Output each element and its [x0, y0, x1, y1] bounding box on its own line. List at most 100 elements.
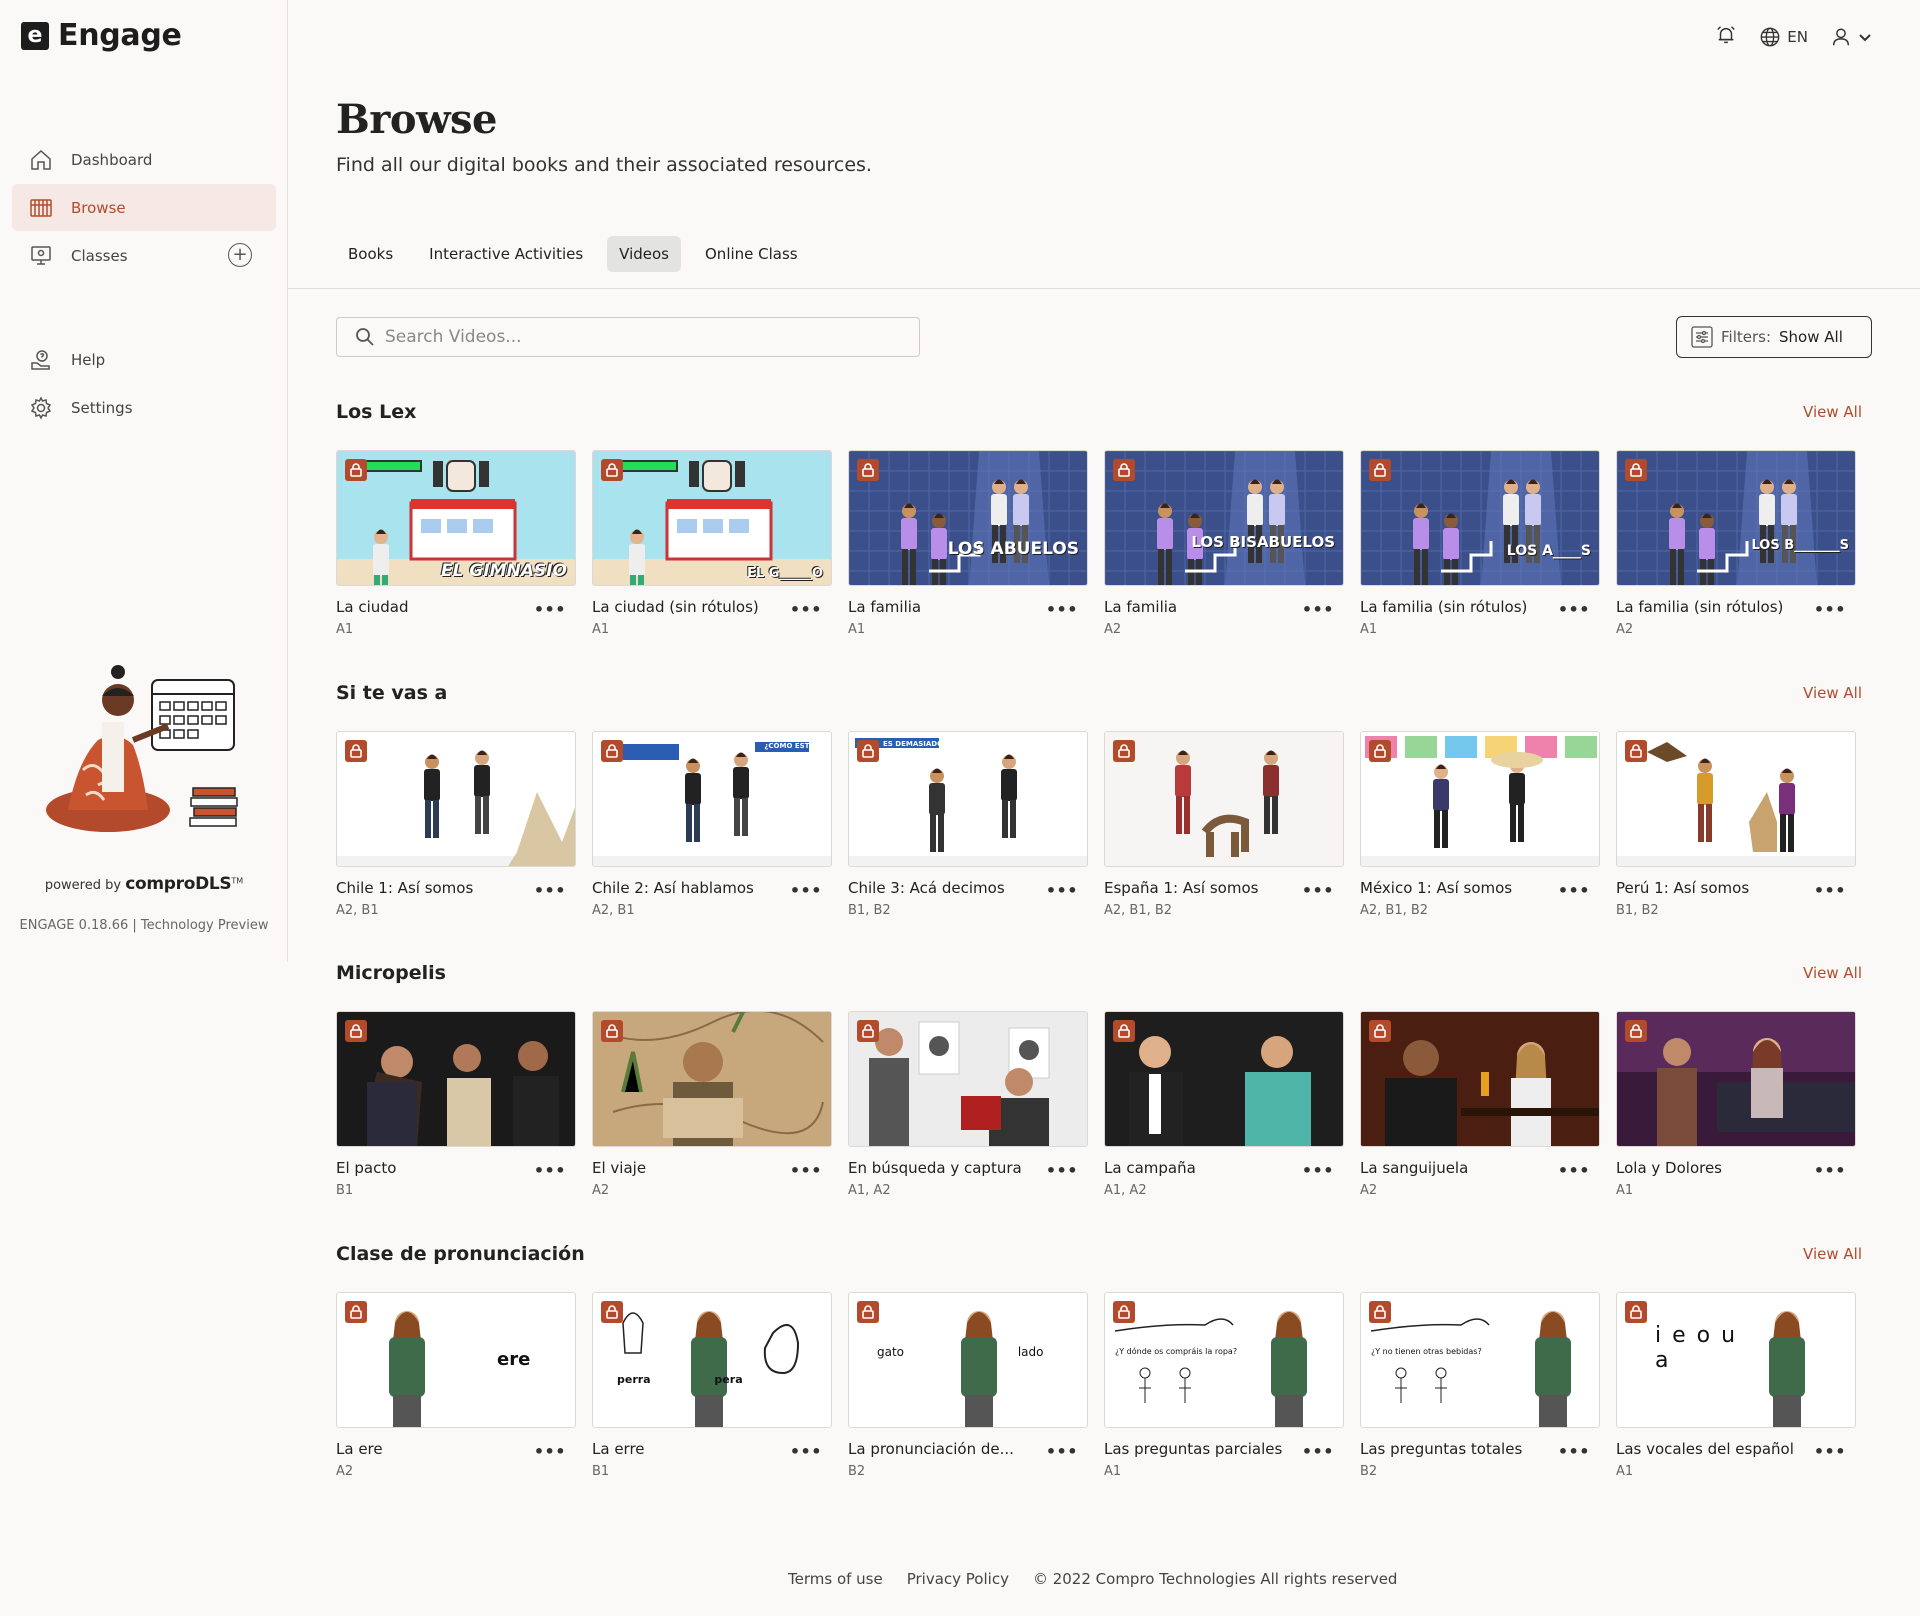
- more-options-button[interactable]: •••: [790, 600, 822, 637]
- more-options-button[interactable]: •••: [1814, 881, 1846, 918]
- video-card[interactable]: ¿Y no tienen otras bebidas? Las pregunta…: [1360, 1292, 1600, 1479]
- sidebar-item-classes[interactable]: Classes +: [12, 232, 276, 279]
- video-thumbnail[interactable]: [592, 1011, 832, 1147]
- video-card[interactable]: Chile 1: Así somos A2, B1 •••: [336, 731, 576, 918]
- video-card[interactable]: La campaña A1, A2 •••: [1104, 1011, 1344, 1198]
- video-card[interactable]: i e o u a Las vocales del español A1 •••: [1616, 1292, 1856, 1479]
- video-card[interactable]: LOS BISABUELOS La familia A2 •••: [1104, 450, 1344, 637]
- video-card[interactable]: ¿Y dónde os compráis la ropa? Las pregun…: [1104, 1292, 1344, 1479]
- more-options-button[interactable]: •••: [1046, 600, 1078, 637]
- more-options-button[interactable]: •••: [790, 881, 822, 918]
- user-menu[interactable]: [1830, 26, 1872, 48]
- video-thumbnail[interactable]: ES DEMASIADO BACÁN: [848, 731, 1088, 867]
- video-card[interactable]: ere La ere A2 •••: [336, 1292, 576, 1479]
- video-thumbnail[interactable]: [1104, 1011, 1344, 1147]
- video-thumbnail[interactable]: [1616, 1011, 1856, 1147]
- video-thumbnail[interactable]: [1616, 731, 1856, 867]
- video-card[interactable]: Perú 1: Así somos B1, B2 •••: [1616, 731, 1856, 918]
- video-thumbnail[interactable]: LOS ABUELOS: [848, 450, 1088, 586]
- video-card[interactable]: El viaje A2 •••: [592, 1011, 832, 1198]
- video-card[interactable]: El pacto B1 •••: [336, 1011, 576, 1198]
- more-options-button[interactable]: •••: [790, 1442, 822, 1479]
- view-all-link[interactable]: View All: [1803, 403, 1862, 421]
- video-thumbnail[interactable]: i e o u a: [1616, 1292, 1856, 1428]
- video-thumbnail[interactable]: gato lado: [848, 1292, 1088, 1428]
- more-options-button[interactable]: •••: [1558, 881, 1590, 918]
- sidebar-item-browse[interactable]: Browse: [12, 184, 276, 231]
- sidebar-item-dashboard[interactable]: Dashboard: [12, 136, 276, 183]
- video-title: La familia: [1104, 598, 1178, 616]
- more-options-button[interactable]: •••: [1814, 1161, 1846, 1198]
- privacy-link[interactable]: Privacy Policy: [907, 1570, 1009, 1588]
- more-options-button[interactable]: •••: [1814, 1442, 1846, 1479]
- app-logo[interactable]: e Engage: [21, 18, 182, 53]
- more-options-button[interactable]: •••: [534, 1442, 566, 1479]
- more-options-button[interactable]: •••: [1302, 881, 1334, 918]
- video-card[interactable]: perra pera La erre B1 •••: [592, 1292, 832, 1479]
- more-options-button[interactable]: •••: [534, 600, 566, 637]
- video-card[interactable]: LOS A____S La familia (sin rótulos) A1 •…: [1360, 450, 1600, 637]
- video-card[interactable]: ES DEMASIADO BACÁN Chile 3: Acá decimos …: [848, 731, 1088, 918]
- video-thumbnail[interactable]: EL G_____O: [592, 450, 832, 586]
- tab-online-class[interactable]: Online Class: [693, 236, 810, 272]
- video-card[interactable]: EL G_____O La ciudad (sin rótulos) A1 ••…: [592, 450, 832, 637]
- more-options-button[interactable]: •••: [1302, 1161, 1334, 1198]
- video-card[interactable]: EL GIMNASIO La ciudad A1 •••: [336, 450, 576, 637]
- more-options-button[interactable]: •••: [1558, 1161, 1590, 1198]
- video-card[interactable]: En búsqueda y captura A1, A2 •••: [848, 1011, 1088, 1198]
- video-thumbnail[interactable]: ¿Y dónde os compráis la ropa?: [1104, 1292, 1344, 1428]
- more-options-button[interactable]: •••: [1046, 881, 1078, 918]
- terms-link[interactable]: Terms of use: [788, 1570, 883, 1588]
- video-card[interactable]: La sanguijuela A2 •••: [1360, 1011, 1600, 1198]
- more-options-button[interactable]: •••: [1558, 1442, 1590, 1479]
- video-card[interactable]: Lola y Dolores A1 •••: [1616, 1011, 1856, 1198]
- filter-button[interactable]: Filters: Show All: [1676, 316, 1872, 358]
- add-class-button[interactable]: +: [228, 243, 252, 267]
- language-selector[interactable]: EN: [1759, 26, 1808, 48]
- sidebar-item-settings[interactable]: Settings: [12, 384, 276, 431]
- video-thumbnail[interactable]: [1360, 1011, 1600, 1147]
- video-thumbnail[interactable]: [1104, 731, 1344, 867]
- video-card[interactable]: ¿CÓMO ESTÁI? Chile 2: Así hablamos A2, B…: [592, 731, 832, 918]
- video-card[interactable]: LOS B_______S La familia (sin rótulos) A…: [1616, 450, 1856, 637]
- tab-interactive-activities[interactable]: Interactive Activities: [417, 236, 595, 272]
- video-thumbnail[interactable]: [336, 731, 576, 867]
- more-options-button[interactable]: •••: [790, 1161, 822, 1198]
- notifications-button[interactable]: [1715, 24, 1737, 50]
- video-thumbnail[interactable]: EL GIMNASIO: [336, 450, 576, 586]
- more-options-button[interactable]: •••: [1046, 1161, 1078, 1198]
- video-thumbnail[interactable]: ¿CÓMO ESTÁI?: [592, 731, 832, 867]
- tab-videos[interactable]: Videos: [607, 236, 681, 272]
- video-card[interactable]: México 1: Así somos A2, B1, B2 •••: [1360, 731, 1600, 918]
- video-thumbnail[interactable]: [1360, 731, 1600, 867]
- video-level: A2: [592, 1183, 610, 1198]
- search-input[interactable]: Search Videos...: [336, 317, 920, 357]
- more-options-button[interactable]: •••: [534, 1161, 566, 1198]
- section-title: Micropelis: [336, 962, 446, 984]
- video-thumbnail[interactable]: [848, 1011, 1088, 1147]
- video-card[interactable]: España 1: Así somos A2, B1, B2 •••: [1104, 731, 1344, 918]
- view-all-link[interactable]: View All: [1803, 964, 1862, 982]
- video-thumbnail[interactable]: ¿Y no tienen otras bebidas?: [1360, 1292, 1600, 1428]
- more-options-button[interactable]: •••: [1302, 600, 1334, 637]
- video-card[interactable]: LOS ABUELOS La familia A1 •••: [848, 450, 1088, 637]
- video-thumbnail[interactable]: LOS A____S: [1360, 450, 1600, 586]
- view-all-link[interactable]: View All: [1803, 1245, 1862, 1263]
- card-row: El pacto B1 ••• El viaje A2 ••• En búsqu…: [336, 1011, 1872, 1198]
- more-options-button[interactable]: •••: [1302, 1442, 1334, 1479]
- card-meta: El pacto B1 •••: [336, 1159, 576, 1198]
- video-thumbnail[interactable]: LOS B_______S: [1616, 450, 1856, 586]
- video-thumbnail[interactable]: LOS BISABUELOS: [1104, 450, 1344, 586]
- view-all-link[interactable]: View All: [1803, 684, 1862, 702]
- video-thumbnail[interactable]: perra pera: [592, 1292, 832, 1428]
- more-options-button[interactable]: •••: [534, 881, 566, 918]
- video-thumbnail[interactable]: ere: [336, 1292, 576, 1428]
- more-options-button[interactable]: •••: [1558, 600, 1590, 637]
- home-icon: [28, 147, 54, 173]
- sidebar-item-help[interactable]: Help: [12, 336, 276, 383]
- tab-books[interactable]: Books: [336, 236, 405, 272]
- video-thumbnail[interactable]: [336, 1011, 576, 1147]
- more-options-button[interactable]: •••: [1046, 1442, 1078, 1479]
- video-card[interactable]: gato lado La pronunciación de... B2 •••: [848, 1292, 1088, 1479]
- more-options-button[interactable]: •••: [1814, 600, 1846, 637]
